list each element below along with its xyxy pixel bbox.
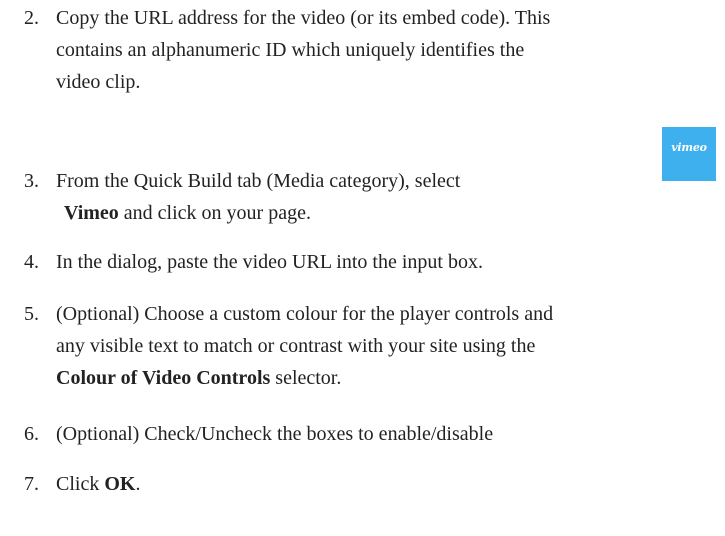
step-number: 2. (24, 7, 39, 29)
colour-controls-label: Colour of Video Controls (56, 367, 271, 389)
step-number: 3. (24, 170, 39, 192)
step-text: In the dialog, paste the video URL into … (56, 246, 721, 278)
step-text-prefix: Click (56, 473, 105, 495)
step-text-line: From the Quick Build tab (Media category… (56, 170, 461, 192)
vimeo-label: Vimeo (64, 202, 119, 224)
step-number: 5. (24, 303, 39, 325)
step-text-line: contains an alphanumeric ID which unique… (56, 39, 525, 61)
ok-label: OK (104, 473, 136, 495)
step-number: 6. (24, 423, 39, 445)
step-text-rest: selector. (270, 367, 342, 389)
step-text: Copy the URL address for the video (or i… (56, 2, 721, 98)
step-text-line: video clip. (56, 71, 141, 93)
step-text-line: (Optional) Check/Uncheck the boxes to en… (56, 423, 494, 445)
step-text-line: (Optional) Choose a custom colour for th… (56, 303, 554, 325)
step-text: (Optional) Check/Uncheck the boxes to en… (56, 418, 721, 450)
vimeo-logo-text: vimeo (671, 141, 707, 154)
step-text: (Optional) Choose a custom colour for th… (56, 298, 721, 394)
step-text-line: Colour of Video Controls selector. (56, 362, 721, 394)
step-number: 4. (24, 251, 39, 273)
step-text-line: Copy the URL address for the video (or i… (56, 7, 551, 29)
step-text-line: any visible text to match or contrast wi… (56, 335, 536, 357)
step-text-line: Vimeo and click on your page. (56, 197, 721, 229)
step-text-rest: and click on your page. (118, 202, 311, 224)
step-text-line: Click OK. (56, 468, 721, 500)
step-number: 7. (24, 473, 39, 495)
step-text: From the Quick Build tab (Media category… (56, 165, 721, 229)
step-text-line: In the dialog, paste the video URL into … (56, 251, 483, 273)
step-text: Click OK. (56, 468, 721, 500)
step-text-suffix: . (135, 473, 141, 495)
